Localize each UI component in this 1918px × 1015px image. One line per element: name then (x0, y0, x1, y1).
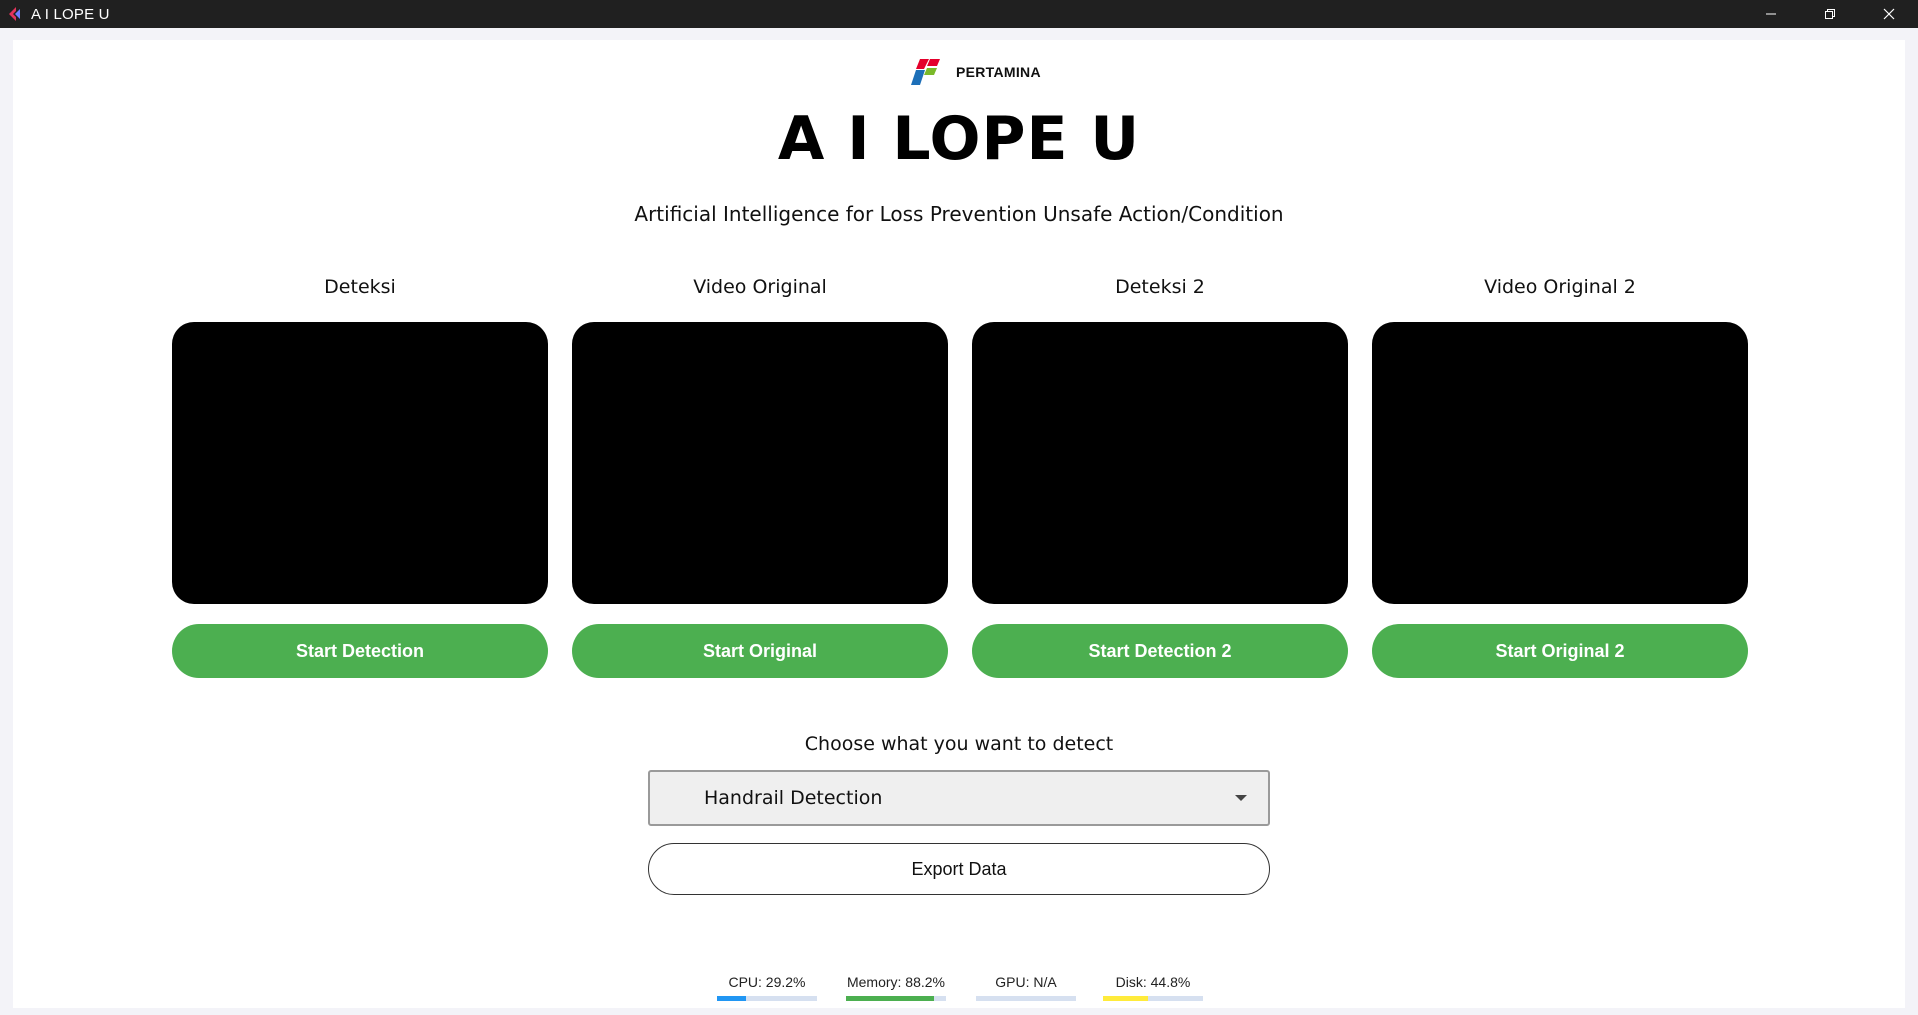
stat-fill (1103, 996, 1148, 1001)
disk-stat: Disk: 44.8% (1103, 973, 1203, 1001)
video-feed (972, 322, 1348, 604)
caret-down-icon (1235, 795, 1247, 801)
app-subtitle: Artificial Intelligence for Loss Prevent… (634, 202, 1284, 226)
pertamina-logo: PERTAMINA (910, 56, 1041, 88)
start-original-button[interactable]: Start Original (572, 624, 948, 678)
panel-label: Deteksi (324, 276, 396, 298)
export-data-button[interactable]: Export Data (648, 843, 1270, 895)
stat-bar (846, 996, 946, 1001)
restore-button[interactable] (1800, 0, 1859, 28)
stat-label: Disk: 44.8% (1115, 974, 1191, 990)
stat-bar (1103, 996, 1203, 1001)
panel-video-original: Video Original Start Original (572, 272, 948, 678)
minimize-button[interactable] (1741, 0, 1800, 28)
detect-label: Choose what you want to detect (804, 733, 1114, 755)
app-canvas: PERTAMINA A I LOPE U Artificial Intellig… (13, 40, 1905, 1008)
stat-label: CPU: 29.2% (728, 974, 806, 990)
close-button[interactable] (1859, 0, 1918, 28)
video-feed (572, 322, 948, 604)
stat-fill (846, 996, 935, 1001)
start-original-2-button[interactable]: Start Original 2 (1372, 624, 1748, 678)
close-icon (1883, 8, 1894, 20)
window-title: A I LOPE U (31, 5, 110, 23)
window-titlebar: A I LOPE U (0, 0, 1918, 28)
minimize-icon (1765, 13, 1776, 15)
window-controls (1741, 0, 1918, 28)
panel-label: Deteksi 2 (1115, 276, 1205, 298)
start-detection-button[interactable]: Start Detection (172, 624, 548, 678)
dropdown-selected-value: Handrail Detection (704, 787, 883, 809)
gpu-stat: GPU: N/A (976, 973, 1076, 1001)
app-title: A I LOPE U (777, 104, 1141, 174)
panel-deteksi: Deteksi Start Detection (172, 272, 548, 678)
restore-icon (1824, 9, 1835, 19)
pertamina-logo-icon (911, 59, 940, 85)
stat-label: Memory: 88.2% (846, 974, 946, 990)
memory-stat: Memory: 88.2% (846, 973, 946, 1001)
video-feed (172, 322, 548, 604)
stat-bar (717, 996, 817, 1001)
cpu-stat: CPU: 29.2% (717, 973, 817, 1001)
logo-text: PERTAMINA (956, 64, 1041, 80)
stat-fill (717, 996, 747, 1001)
panel-label: Video Original 2 (1484, 276, 1636, 298)
detection-type-dropdown[interactable]: Handrail Detection (648, 770, 1270, 826)
start-detection-2-button[interactable]: Start Detection 2 (972, 624, 1348, 678)
panel-video-original-2: Video Original 2 Start Original 2 (1372, 272, 1748, 678)
app-icon (6, 6, 22, 22)
panel-deteksi-2: Deteksi 2 Start Detection 2 (972, 272, 1348, 678)
video-feed (1372, 322, 1748, 604)
stat-label: GPU: N/A (995, 974, 1057, 990)
panel-label: Video Original (693, 276, 827, 298)
stat-bar (976, 996, 1076, 1001)
